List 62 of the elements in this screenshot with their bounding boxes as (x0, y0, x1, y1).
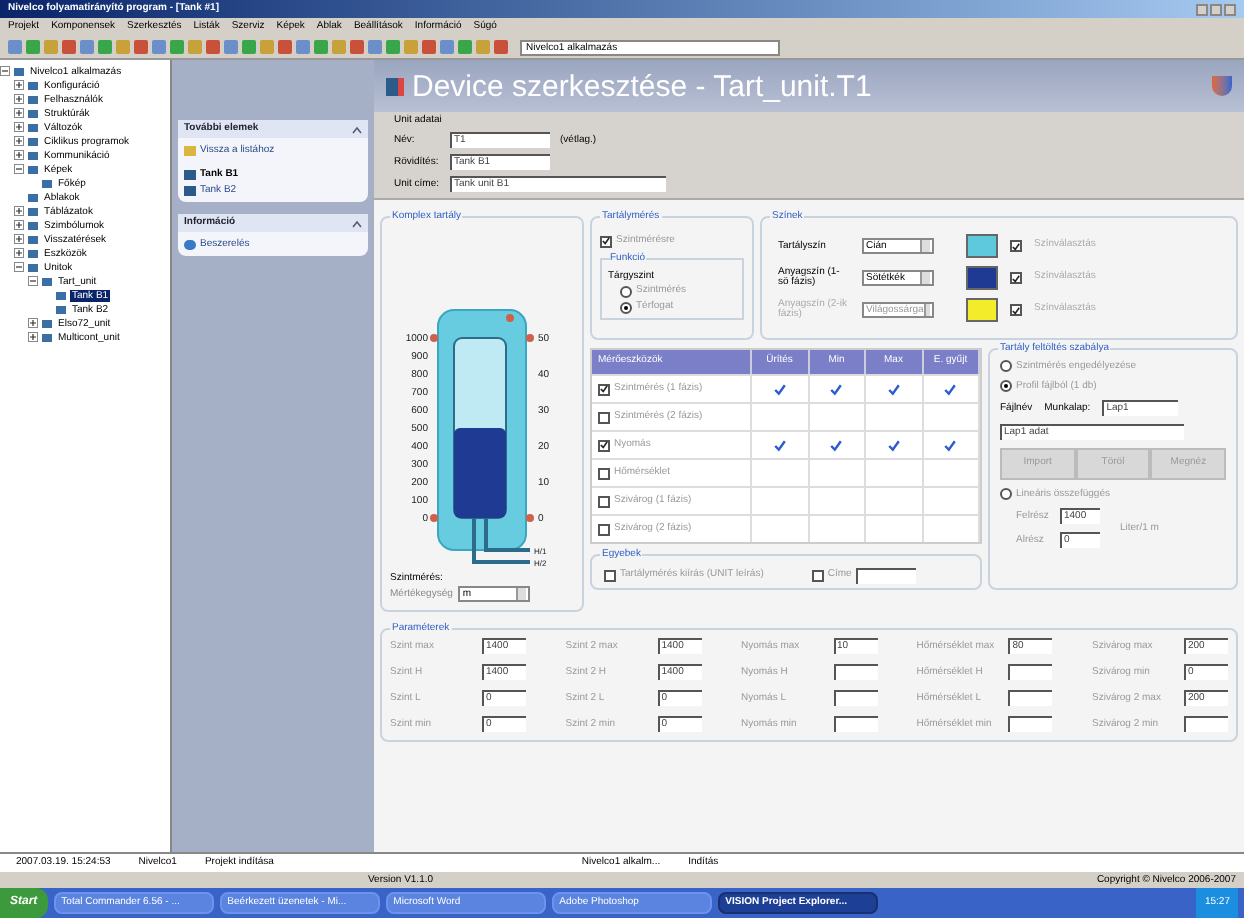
collapse-icon[interactable] (352, 219, 362, 227)
color-swatch[interactable] (966, 266, 998, 290)
checkbox[interactable] (598, 383, 610, 395)
radio-button[interactable] (1000, 488, 1012, 500)
check-icon (1012, 305, 1020, 315)
checkbox[interactable] (598, 523, 610, 535)
checkbox[interactable] (1010, 272, 1022, 284)
device-icon (386, 77, 404, 95)
check-icon (944, 383, 957, 395)
expand-icon[interactable] (14, 122, 24, 132)
checkbox[interactable] (1010, 240, 1022, 252)
info-icon (184, 239, 196, 249)
radio-button[interactable] (620, 301, 632, 313)
logo-icon (1212, 76, 1232, 96)
radio-button[interactable] (1000, 360, 1012, 372)
collapse-icon[interactable] (14, 262, 24, 272)
check-icon (830, 439, 843, 451)
collapse-icon[interactable] (28, 276, 38, 286)
checkbox[interactable] (598, 411, 610, 423)
expand-icon[interactable] (28, 318, 38, 328)
collapse-icon[interactable] (352, 125, 362, 133)
check-icon (887, 439, 900, 451)
expand-icon[interactable] (14, 206, 24, 216)
expand-icon[interactable] (14, 248, 24, 258)
expand-icon[interactable] (14, 136, 24, 146)
check-icon (600, 440, 608, 450)
checkbox[interactable] (598, 439, 610, 451)
check-icon (887, 383, 900, 395)
expand-icon[interactable] (28, 332, 38, 342)
check-icon (830, 383, 843, 395)
checkbox[interactable] (811, 570, 824, 582)
expand-icon[interactable] (14, 80, 24, 90)
color-swatch[interactable] (966, 234, 998, 258)
expand-icon[interactable] (14, 220, 24, 230)
check-icon (944, 439, 957, 451)
check-icon (600, 384, 608, 394)
input-field[interactable] (833, 690, 877, 706)
page-title: Device szerkesztése - Tart_unit.T1 (412, 71, 872, 101)
checkbox[interactable] (598, 495, 610, 507)
input-field[interactable] (833, 664, 877, 680)
input-field[interactable] (1184, 716, 1228, 732)
expand-icon[interactable] (14, 234, 24, 244)
radio-button[interactable] (1000, 380, 1012, 392)
check-icon (773, 439, 786, 451)
input-field[interactable] (855, 568, 916, 584)
expand-icon[interactable] (14, 150, 24, 160)
collapse-icon[interactable] (0, 66, 10, 76)
check-icon (602, 236, 610, 247)
input-field[interactable] (1008, 716, 1053, 732)
check-icon (1012, 273, 1020, 283)
expand-icon[interactable] (14, 94, 24, 104)
expand-icon[interactable] (14, 108, 24, 118)
input-field[interactable] (1008, 690, 1053, 706)
checkbox[interactable] (604, 570, 616, 582)
check-icon (1012, 241, 1020, 251)
collapse-icon[interactable] (14, 164, 24, 174)
check-icon (773, 383, 786, 395)
checkbox[interactable] (600, 235, 612, 248)
checkbox[interactable] (598, 467, 610, 479)
radio-button[interactable] (620, 285, 632, 297)
input-field[interactable] (1008, 664, 1053, 680)
input-field[interactable] (833, 716, 877, 732)
